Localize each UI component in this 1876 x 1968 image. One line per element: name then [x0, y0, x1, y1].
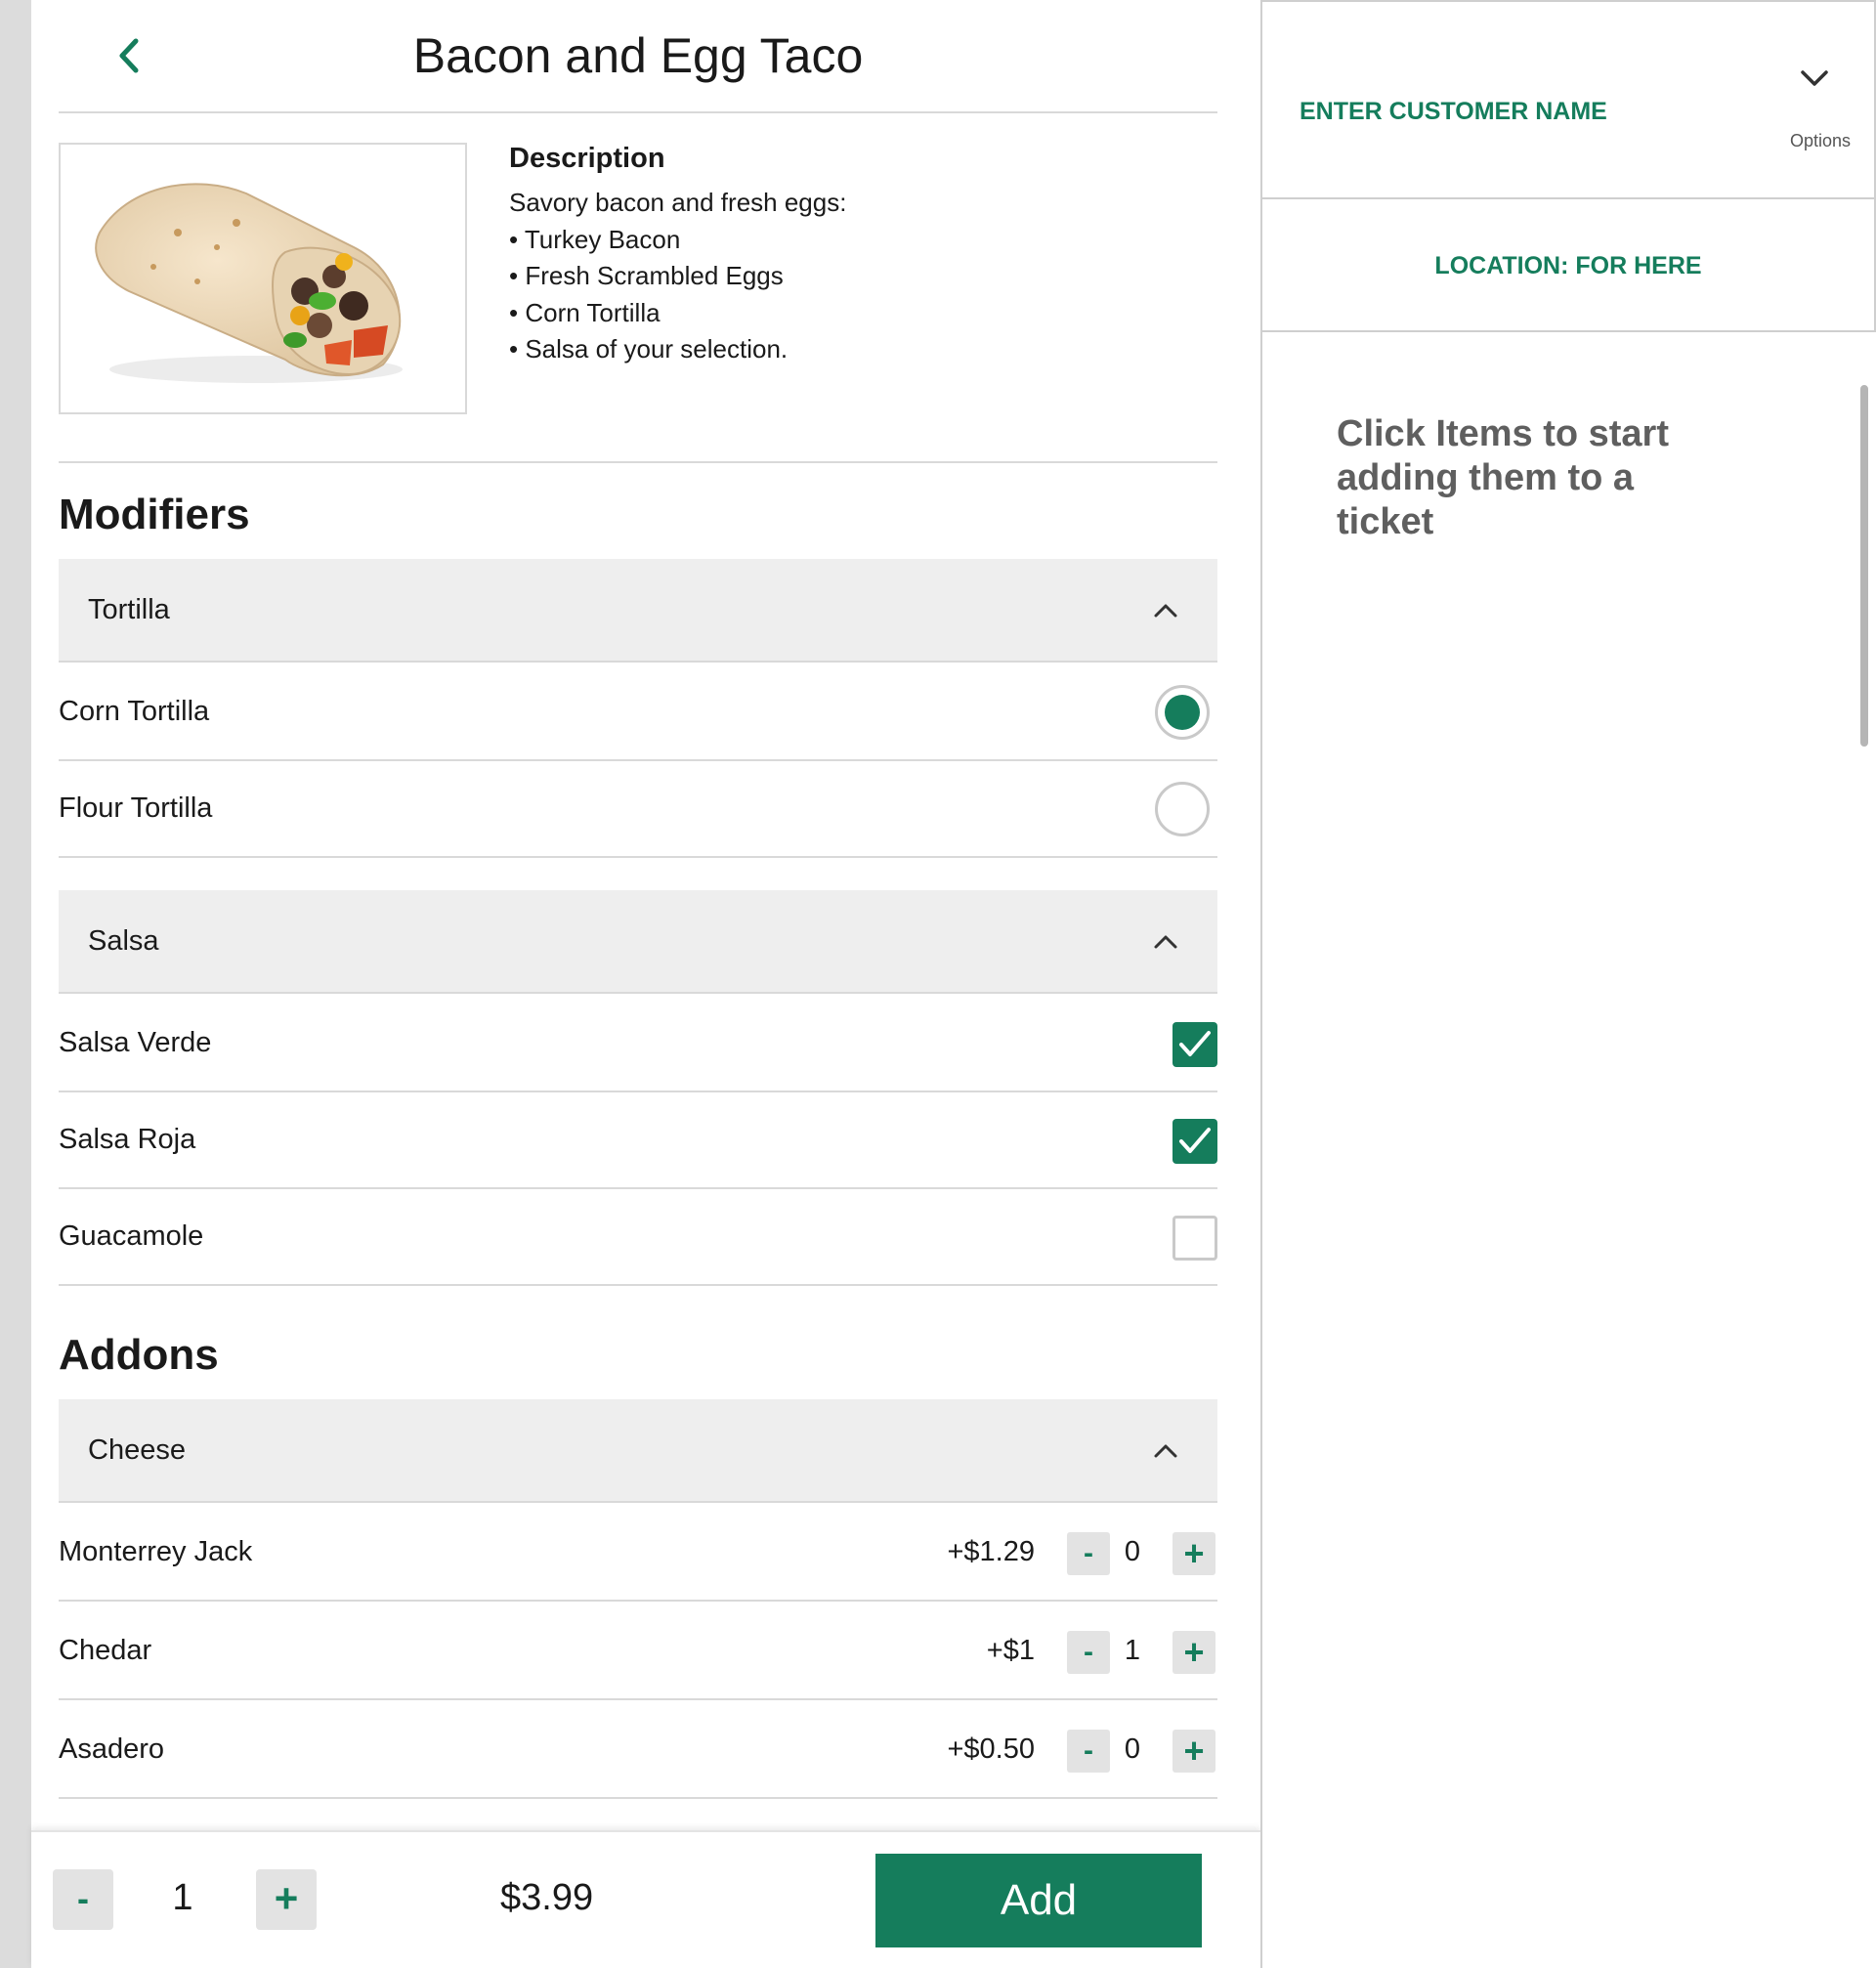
addon-price: +$0.50: [947, 1733, 1035, 1765]
group-label: Cheese: [88, 1434, 186, 1466]
description-heading: Description: [509, 143, 665, 174]
checkbox[interactable]: [1172, 1216, 1217, 1261]
modifier-option-flour-tortilla[interactable]: Flour Tortilla: [59, 761, 1217, 858]
empty-ticket-message: Click Items to start adding them to a ti…: [1337, 413, 1669, 542]
group-label: Tortilla: [88, 594, 170, 625]
checkbox-checked[interactable]: [1172, 1119, 1217, 1164]
group-header-cheese[interactable]: Cheese: [59, 1399, 1217, 1503]
decrement-button[interactable]: -: [1067, 1532, 1110, 1575]
location-selector[interactable]: LOCATION: FOR HERE: [1262, 199, 1876, 332]
addon-row-asadero: Asadero +$0.50 - 0 +: [59, 1702, 1217, 1799]
description-line: • Fresh Scrambled Eggs: [509, 261, 784, 290]
add-button[interactable]: Add: [875, 1854, 1202, 1947]
check-icon: [1179, 1128, 1211, 1153]
modifier-option-corn-tortilla[interactable]: Corn Tortilla: [59, 664, 1217, 761]
modifiers-heading: Modifiers: [59, 491, 250, 538]
addon-row-monterrey-jack: Monterrey Jack +$1.29 - 0 +: [59, 1505, 1217, 1602]
increment-button[interactable]: +: [1172, 1532, 1215, 1575]
checkbox-checked[interactable]: [1172, 1022, 1217, 1067]
quantity-increment-button[interactable]: +: [256, 1869, 317, 1930]
option-label: Salsa Roja: [59, 1124, 196, 1155]
taco-image: [95, 183, 403, 383]
item-detail-panel: Bacon and Egg Taco Description Savory ba…: [31, 0, 1260, 1968]
addon-quantity: 1: [1124, 1635, 1141, 1666]
item-quantity: 1: [172, 1877, 193, 1918]
addon-label: Asadero: [59, 1733, 165, 1765]
description-line: • Turkey Bacon: [509, 224, 681, 254]
description-line: Savory bacon and fresh eggs:: [509, 188, 847, 217]
location-label: LOCATION: FOR HERE: [1434, 252, 1702, 279]
item-total-price: $3.99: [500, 1877, 594, 1918]
item-description: Description Savory bacon and fresh eggs:…: [509, 143, 1193, 368]
item-title: Bacon and Egg Taco: [412, 28, 864, 83]
order-footer: - 1 + $3.99 Add: [31, 1830, 1260, 1968]
addon-quantity: 0: [1124, 1536, 1141, 1567]
radio-button-selected[interactable]: [1155, 685, 1210, 740]
modifier-option-guacamole[interactable]: Guacamole: [59, 1189, 1217, 1286]
modifier-option-salsa-roja[interactable]: Salsa Roja: [59, 1092, 1217, 1189]
radio-button[interactable]: [1155, 782, 1210, 836]
chevron-up-icon: [1154, 1444, 1177, 1458]
addon-price: +$1.29: [947, 1536, 1035, 1567]
option-label: Salsa Verde: [59, 1027, 212, 1058]
customer-name-label: ENTER CUSTOMER NAME: [1300, 98, 1607, 125]
modifier-option-salsa-verde[interactable]: Salsa Verde: [59, 996, 1217, 1092]
addons-heading: Addons: [59, 1331, 219, 1379]
addon-row-chedar: Chedar +$1 - 1 +: [59, 1604, 1217, 1700]
quantity-decrement-button[interactable]: -: [53, 1869, 113, 1930]
option-label: Guacamole: [59, 1220, 204, 1252]
description-line: • Corn Tortilla: [509, 297, 661, 327]
check-icon: [1179, 1031, 1211, 1056]
decrement-button[interactable]: -: [1067, 1631, 1110, 1674]
addon-label: Monterrey Jack: [59, 1536, 253, 1567]
addon-price: +$1: [986, 1635, 1035, 1666]
item-photo: [59, 143, 467, 414]
chevron-up-icon: [1154, 604, 1177, 618]
group-header-tortilla[interactable]: Tortilla: [59, 559, 1217, 663]
item-header: Bacon and Egg Taco: [59, 0, 1217, 113]
option-label: Corn Tortilla: [59, 696, 210, 727]
divider: [59, 461, 1217, 463]
customer-name-field[interactable]: ENTER CUSTOMER NAME Options: [1262, 0, 1876, 199]
group-header-salsa[interactable]: Salsa: [59, 890, 1217, 994]
group-label: Salsa: [88, 925, 159, 957]
description-line: • Salsa of your selection.: [509, 334, 789, 364]
addon-quantity: 0: [1124, 1733, 1141, 1765]
options-label[interactable]: Options: [1790, 131, 1851, 151]
increment-button[interactable]: +: [1172, 1730, 1215, 1773]
addon-label: Chedar: [59, 1635, 152, 1666]
decrement-button[interactable]: -: [1067, 1730, 1110, 1773]
ticket-panel: ENTER CUSTOMER NAME Options LOCATION: FO…: [1260, 0, 1876, 1968]
option-label: Flour Tortilla: [59, 792, 213, 824]
chevron-down-icon[interactable]: [1798, 66, 1831, 92]
increment-button[interactable]: +: [1172, 1631, 1215, 1674]
ticket-scrollbar[interactable]: [1860, 385, 1868, 747]
chevron-up-icon: [1154, 935, 1177, 949]
left-edge-strip: [0, 0, 31, 1968]
